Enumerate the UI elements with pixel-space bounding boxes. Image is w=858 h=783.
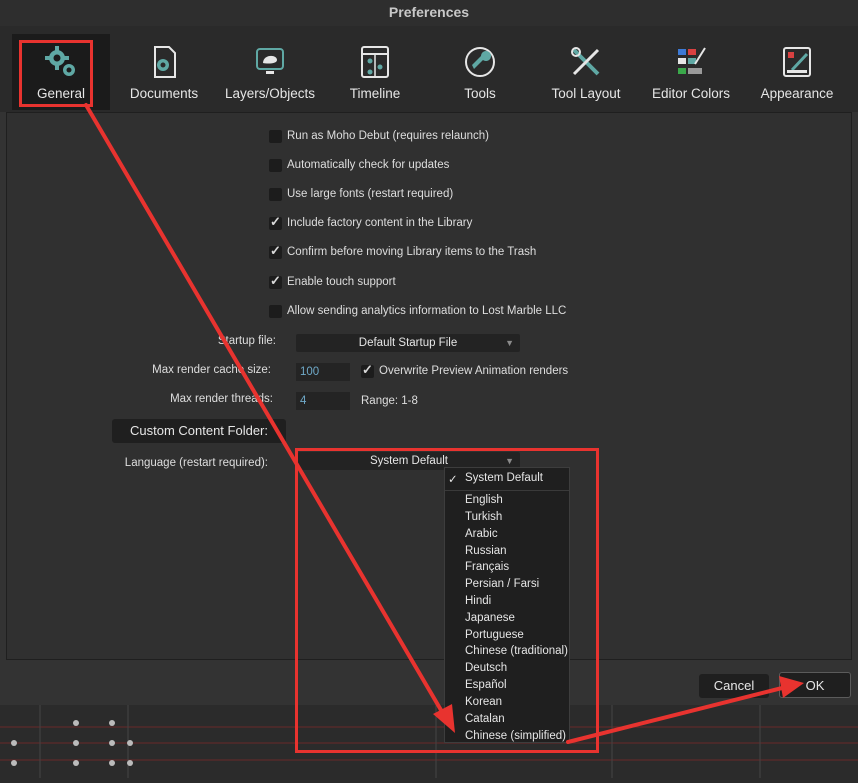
tab-tools-label: Tools [464, 86, 496, 101]
render-threads-label: Max render threads: [170, 393, 273, 405]
checkbox[interactable] [269, 130, 282, 143]
tab-timeline[interactable]: Timeline [330, 34, 420, 110]
document-gear-icon [154, 46, 176, 78]
custom-content-folder-button[interactable]: Custom Content Folder: [112, 419, 286, 443]
checkmark-icon: ✓ [270, 273, 281, 288]
ok-button[interactable]: OK [779, 672, 851, 698]
render-cache-label: Max render cache size: [152, 364, 271, 376]
checkbox[interactable] [269, 305, 282, 318]
general-tab-annotation-box [19, 40, 93, 107]
color-swatches-icon [678, 47, 706, 74]
tab-layers-objects[interactable]: Layers/Objects [220, 34, 320, 110]
checkbox[interactable] [269, 159, 282, 172]
checkmark-icon: ✓ [270, 214, 281, 229]
checkbox[interactable]: ✓ [361, 362, 374, 378]
render-threads-range: Range: 1-8 [361, 395, 418, 407]
tab-editor-colors-label: Editor Colors [651, 86, 731, 101]
tab-timeline-label: Timeline [349, 86, 401, 101]
checkmark-icon: ✓ [270, 243, 281, 258]
render-threads-input[interactable]: 4 [296, 392, 350, 410]
tab-tools[interactable]: Tools [438, 34, 522, 110]
language-label: Language (restart required): [124, 457, 268, 469]
tab-layers-objects-label: Layers/Objects [224, 86, 316, 101]
tab-documents[interactable]: Documents [118, 34, 210, 110]
checkbox[interactable] [269, 188, 282, 201]
tab-tool-layout-label: Tool Layout [551, 86, 621, 101]
language-annotation-box [295, 448, 599, 753]
window-title: Preferences [0, 0, 858, 26]
tab-appearance[interactable]: Appearance [752, 34, 842, 110]
render-cache-input[interactable]: 100 [296, 363, 350, 381]
wrench-circle-icon [465, 47, 495, 77]
crossed-tools-icon [571, 47, 600, 76]
tab-editor-colors[interactable]: Editor Colors [644, 34, 738, 110]
appearance-icon [783, 47, 811, 77]
cancel-button[interactable]: Cancel [699, 674, 769, 698]
checkbox[interactable]: ✓ [269, 273, 282, 289]
monitor-object-icon [256, 48, 284, 74]
tab-tool-layout[interactable]: Tool Layout [540, 34, 632, 110]
checkbox[interactable]: ✓ [269, 214, 282, 230]
checkbox[interactable]: ✓ [269, 243, 282, 259]
startup-file-dropdown[interactable]: Default Startup File ▼ [296, 334, 520, 352]
checkmark-icon: ✓ [362, 362, 373, 377]
startup-file-label: Startup file: [217, 335, 276, 347]
dropdown-arrow-icon: ▼ [505, 338, 514, 348]
tab-documents-label: Documents [129, 86, 199, 101]
tab-appearance-label: Appearance [760, 86, 834, 101]
timeline-icon [361, 46, 389, 78]
